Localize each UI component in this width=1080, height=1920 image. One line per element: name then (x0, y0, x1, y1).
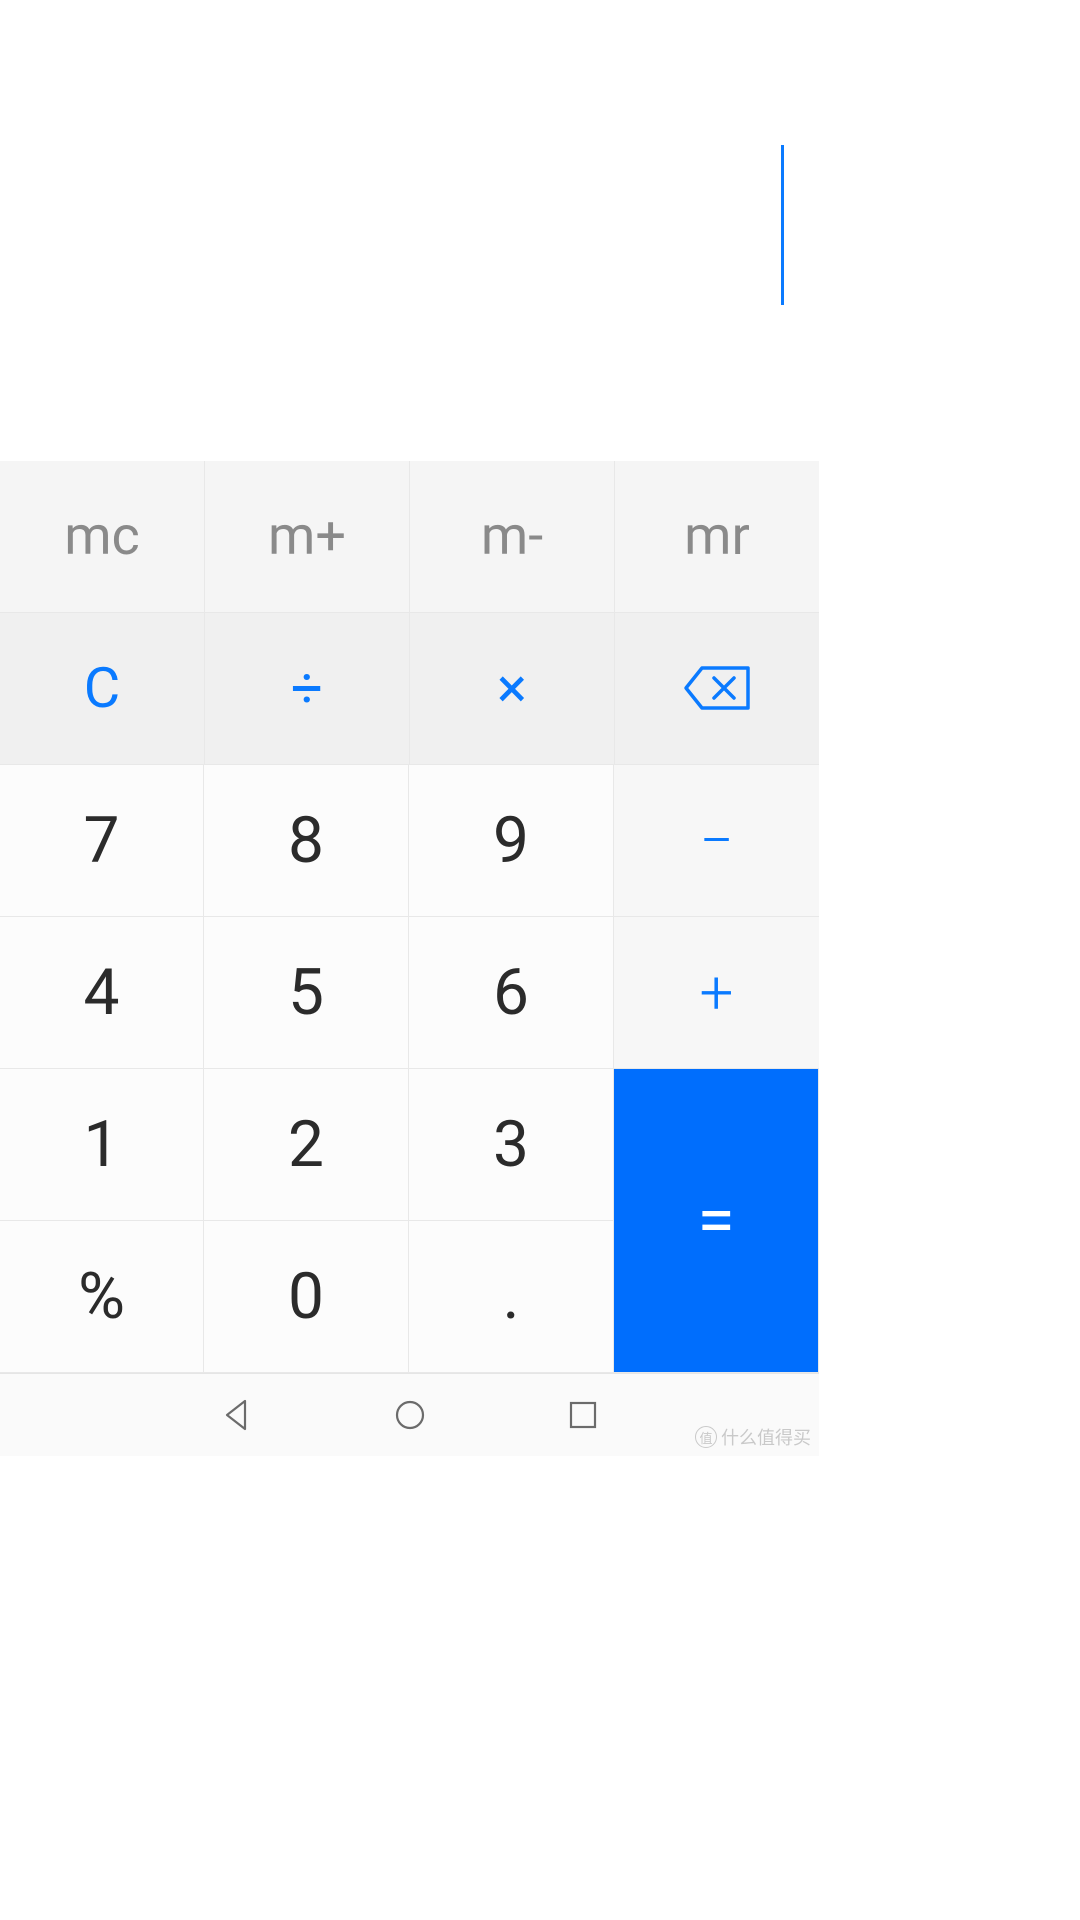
nav-back-icon[interactable] (218, 1397, 254, 1433)
plus-button[interactable]: + (614, 917, 819, 1069)
watermark: 值 什么值得买 (695, 1424, 811, 1450)
percent-button[interactable]: % (0, 1221, 204, 1373)
digit-8-button[interactable]: 8 (204, 765, 409, 917)
watermark-badge: 值 (695, 1426, 717, 1448)
num-row-123: 1 2 3 (0, 1069, 614, 1221)
decimal-button[interactable]: . (409, 1221, 614, 1373)
digit-7-button[interactable]: 7 (0, 765, 204, 917)
digit-1-button[interactable]: 1 (0, 1069, 204, 1221)
digit-5-button[interactable]: 5 (204, 917, 409, 1069)
backspace-icon (682, 664, 752, 712)
equals-button[interactable]: = (614, 1069, 819, 1373)
digit-4-button[interactable]: 4 (0, 917, 204, 1069)
memory-clear-button[interactable]: mc (0, 461, 205, 613)
keypad: mc m+ m- mr C ÷ × 7 8 9 − 4 5 6 (0, 461, 819, 1373)
backspace-button[interactable] (615, 613, 819, 765)
num-row-789: 7 8 9 − (0, 765, 819, 917)
digit-9-button[interactable]: 9 (409, 765, 614, 917)
operators-row: C ÷ × (0, 613, 819, 765)
digit-0-button[interactable]: 0 (204, 1221, 409, 1373)
clear-button[interactable]: C (0, 613, 205, 765)
digit-2-button[interactable]: 2 (204, 1069, 409, 1221)
divide-button[interactable]: ÷ (205, 613, 410, 765)
calculator-display[interactable] (0, 0, 819, 461)
memory-plus-button[interactable]: m+ (205, 461, 410, 613)
num-row-456: 4 5 6 + (0, 917, 819, 1069)
nav-home-icon[interactable] (392, 1397, 428, 1433)
memory-row: mc m+ m- mr (0, 461, 819, 613)
input-cursor (781, 145, 784, 305)
nav-recent-icon[interactable] (565, 1397, 601, 1433)
calculator-app: mc m+ m- mr C ÷ × 7 8 9 − 4 5 6 (0, 0, 819, 1456)
watermark-text: 什么值得买 (721, 1424, 811, 1450)
memory-recall-button[interactable]: mr (615, 461, 819, 613)
bottom-left-stack: 1 2 3 % 0 . (0, 1069, 614, 1373)
bottom-rows: 1 2 3 % 0 . = (0, 1069, 819, 1373)
digit-3-button[interactable]: 3 (409, 1069, 614, 1221)
num-row-percent-0-dot: % 0 . (0, 1221, 614, 1373)
digit-6-button[interactable]: 6 (409, 917, 614, 1069)
android-nav-bar: 值 什么值得买 (0, 1373, 819, 1456)
memory-minus-button[interactable]: m- (410, 461, 615, 613)
minus-button[interactable]: − (614, 765, 819, 917)
multiply-button[interactable]: × (410, 613, 615, 765)
